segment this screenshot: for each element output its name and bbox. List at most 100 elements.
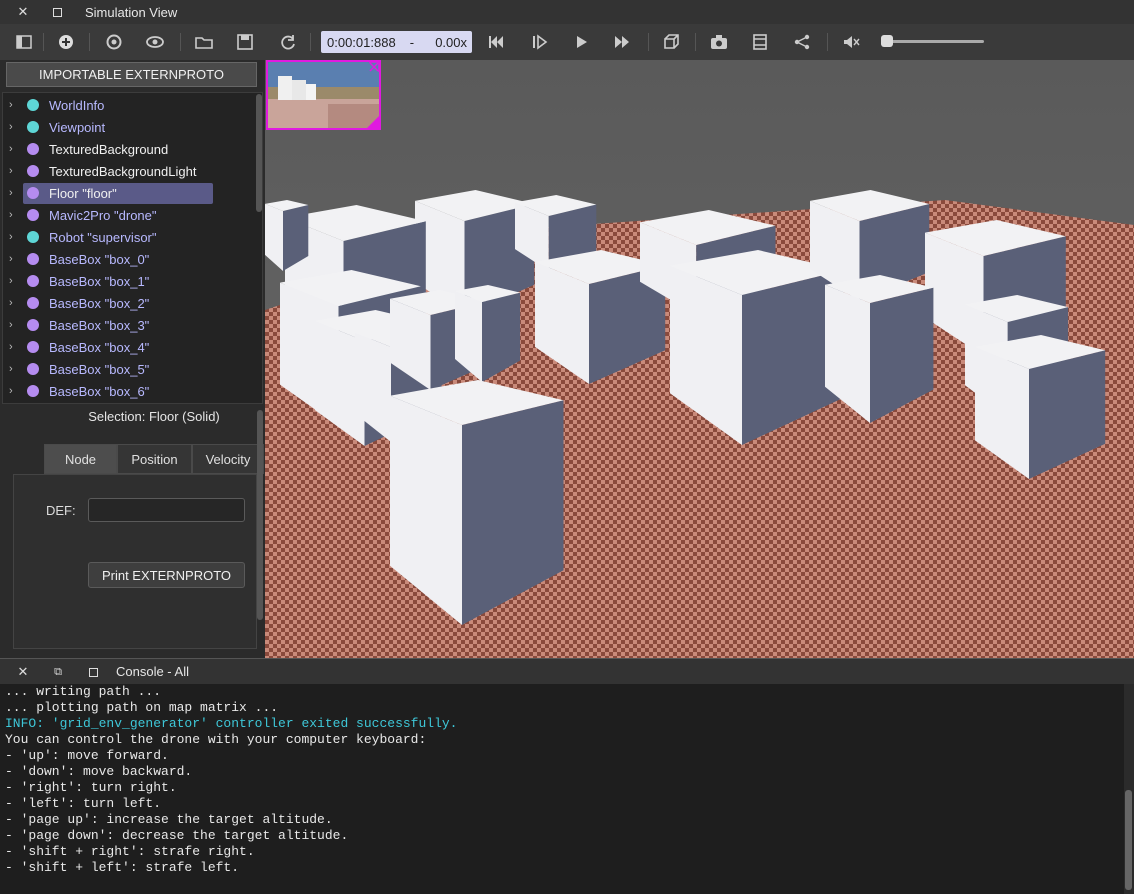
simulation-time-display: 0:00:01:888 - 0.00x xyxy=(321,31,472,53)
field-editor-tabs: Node Position Velocity xyxy=(44,444,264,474)
camera-overlay[interactable] xyxy=(266,60,381,130)
tree-item[interactable]: › BaseBox "box_6" xyxy=(3,380,253,402)
node-type-icon xyxy=(27,165,39,177)
fast-forward-icon[interactable] xyxy=(610,30,634,54)
node-type-icon xyxy=(27,275,39,287)
def-label: DEF: xyxy=(46,503,76,518)
close-icon[interactable]: ✕ xyxy=(11,660,35,684)
tree-item-label: BaseBox "box_0" xyxy=(49,251,150,267)
chevron-right-icon[interactable]: › xyxy=(9,143,13,155)
save-icon[interactable] xyxy=(233,30,257,54)
node-type-icon xyxy=(27,341,39,353)
chevron-right-icon[interactable]: › xyxy=(9,187,13,199)
add-node-icon[interactable] xyxy=(54,30,78,54)
console-line: - 'shift + right': strafe right. xyxy=(5,844,255,859)
tree-item-label: BaseBox "box_6" xyxy=(49,383,150,399)
console-title: Console - All xyxy=(116,664,189,679)
volume-slider-handle[interactable] xyxy=(881,35,893,47)
reload-icon[interactable] xyxy=(102,30,126,54)
share-icon[interactable] xyxy=(790,30,814,54)
chevron-right-icon[interactable]: › xyxy=(9,341,13,353)
node-type-icon xyxy=(27,121,39,133)
console-output[interactable]: ... writing path ...... plotting path on… xyxy=(0,684,1124,894)
mute-icon[interactable] xyxy=(839,30,863,54)
detach-icon[interactable]: ⧉ xyxy=(46,660,70,684)
console-line: - 'down': move backward. xyxy=(5,764,193,779)
console-scrollbar[interactable] xyxy=(1125,790,1132,890)
simulation-time: 0:00:01:888 xyxy=(327,34,396,50)
chevron-right-icon[interactable]: › xyxy=(9,385,13,397)
importable-externproto-button[interactable]: IMPORTABLE EXTERNPROTO xyxy=(6,62,257,87)
tab-position[interactable]: Position xyxy=(117,444,192,474)
window-title: Simulation View xyxy=(85,4,178,20)
reset-simulation-icon[interactable] xyxy=(276,30,300,54)
tree-item[interactable]: › Robot "supervisor" xyxy=(3,226,253,248)
3d-scene xyxy=(265,60,1134,658)
close-icon[interactable]: ✕ xyxy=(11,0,35,24)
node-type-icon xyxy=(27,319,39,331)
chevron-right-icon[interactable]: › xyxy=(9,99,13,111)
volume-slider[interactable] xyxy=(884,40,984,43)
node-type-icon xyxy=(27,253,39,265)
chevron-right-icon[interactable]: › xyxy=(9,297,13,309)
simulation-speed: 0.00x xyxy=(435,34,467,50)
node-type-icon xyxy=(27,385,39,397)
view-3d-icon[interactable] xyxy=(659,30,683,54)
toggle-scene-tree-icon[interactable] xyxy=(12,30,36,54)
tree-item-label: Mavic2Pro "drone" xyxy=(49,207,157,223)
console-line: - 'up': move forward. xyxy=(5,748,169,763)
float-window-icon[interactable] xyxy=(81,660,105,684)
console-line: You can control the drone with your comp… xyxy=(5,732,427,747)
tree-item[interactable]: › Floor "floor" xyxy=(3,182,253,204)
chevron-right-icon[interactable]: › xyxy=(9,121,13,133)
node-type-icon xyxy=(27,363,39,375)
tab-node[interactable]: Node xyxy=(44,444,117,474)
node-type-icon xyxy=(27,209,39,221)
node-type-icon xyxy=(27,187,39,199)
tree-item[interactable]: › TexturedBackgroundLight xyxy=(3,160,253,182)
chevron-right-icon[interactable]: › xyxy=(9,209,13,221)
chevron-right-icon[interactable]: › xyxy=(9,165,13,177)
tree-item-label: WorldInfo xyxy=(49,97,105,113)
console-line: - 'left': turn left. xyxy=(5,796,162,811)
tree-item-label: TexturedBackground xyxy=(49,141,169,157)
console-line: ... writing path ... xyxy=(5,684,162,699)
chevron-right-icon[interactable]: › xyxy=(9,231,13,243)
tab-velocity[interactable]: Velocity xyxy=(192,444,264,474)
def-field[interactable] xyxy=(88,498,245,522)
chevron-right-icon[interactable]: › xyxy=(9,319,13,331)
tree-item[interactable]: › Mavic2Pro "drone" xyxy=(3,204,253,226)
print-externproto-button[interactable]: Print EXTERNPROTO xyxy=(88,562,245,588)
view-icon[interactable] xyxy=(143,30,167,54)
tree-item-label: TexturedBackgroundLight xyxy=(49,163,197,179)
tree-item-label: BaseBox "box_5" xyxy=(49,361,150,377)
screenshot-icon[interactable] xyxy=(707,30,731,54)
field-editor-scrollbar[interactable] xyxy=(257,410,263,620)
tree-item[interactable]: › BaseBox "box_2" xyxy=(3,292,253,314)
3d-viewport[interactable] xyxy=(265,60,1134,658)
tree-item[interactable]: › BaseBox "box_1" xyxy=(3,270,253,292)
tree-item-label: BaseBox "box_4" xyxy=(49,339,150,355)
tree-item[interactable]: › BaseBox "box_5" xyxy=(3,358,253,380)
tree-item[interactable]: › BaseBox "box_0" xyxy=(3,248,253,270)
tree-item[interactable]: › Viewpoint xyxy=(3,116,253,138)
step-icon[interactable] xyxy=(527,30,551,54)
float-window-icon[interactable] xyxy=(45,0,69,24)
tree-item-label: Floor "floor" xyxy=(49,185,117,201)
chevron-right-icon[interactable]: › xyxy=(9,253,13,265)
open-file-icon[interactable] xyxy=(192,30,216,54)
scene-tree-scrollbar[interactable] xyxy=(256,94,262,212)
console-line: - 'shift + left': strafe left. xyxy=(5,860,240,875)
console-line: - 'page up': increase the target altitud… xyxy=(5,812,333,827)
console-line: - 'page down': decrease the target altit… xyxy=(5,828,349,843)
tree-item[interactable]: › WorldInfo xyxy=(3,94,253,116)
tree-item[interactable]: › TexturedBackground xyxy=(3,138,253,160)
tree-item-label: Robot "supervisor" xyxy=(49,229,157,245)
chevron-right-icon[interactable]: › xyxy=(9,275,13,287)
tree-item[interactable]: › BaseBox "box_4" xyxy=(3,336,253,358)
play-icon[interactable] xyxy=(569,30,593,54)
chevron-right-icon[interactable]: › xyxy=(9,363,13,375)
record-movie-icon[interactable] xyxy=(748,30,772,54)
step-back-icon[interactable] xyxy=(484,30,508,54)
tree-item[interactable]: › BaseBox "box_3" xyxy=(3,314,253,336)
